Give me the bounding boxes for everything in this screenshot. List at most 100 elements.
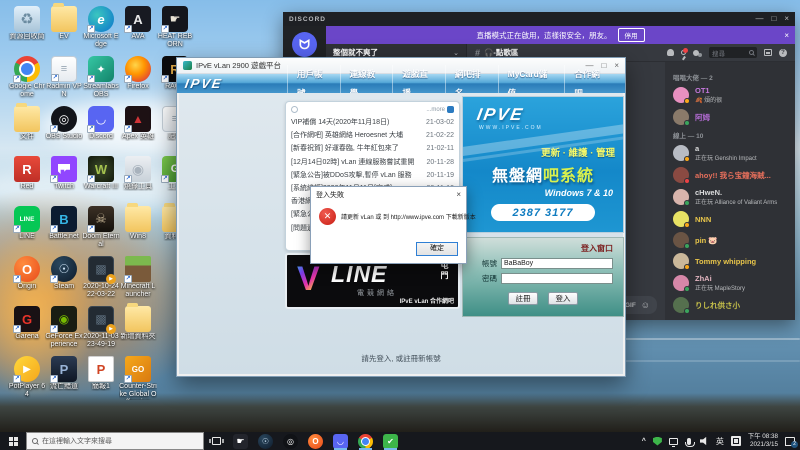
- help-icon[interactable]: ?: [779, 49, 787, 57]
- desktop-icon-video[interactable]: ▩2020-10-24 22-03-22: [82, 256, 120, 299]
- member-row[interactable]: Tommy whipping: [673, 253, 789, 269]
- member-row[interactable]: pin 🐷: [673, 232, 789, 248]
- member-row[interactable]: ahoy!! 我ら宝鐘海賊...: [673, 167, 789, 183]
- news-row[interactable]: [合作網吧] 英雄網絡 Heroesnet 大埔21-02-22: [291, 129, 454, 142]
- taskbar-app-chrome[interactable]: [353, 432, 378, 450]
- taskbar-app-steam[interactable]: ☉: [253, 432, 278, 450]
- shortcut-arrow-icon: ↗: [87, 225, 95, 233]
- desktop-icon-video[interactable]: ▩2020-11-03 23-49-19: [82, 306, 120, 349]
- desktop-icon-folder[interactable]: 新增資料夾: [119, 306, 157, 341]
- geforce-icon: ◉↗: [51, 306, 77, 332]
- taskbar-app-origin[interactable]: O: [303, 432, 328, 450]
- ok-button[interactable]: 確定: [416, 242, 458, 256]
- start-button[interactable]: [0, 432, 26, 450]
- desktop-icon-line-app[interactable]: LINE↗LINE: [8, 206, 46, 241]
- desktop-icon-poe[interactable]: P↗流亡黯道: [45, 356, 83, 391]
- inbox-icon[interactable]: [764, 49, 772, 56]
- member-name: OT1: [695, 86, 722, 95]
- desktop-icon-chrome[interactable]: ↗Google Chrome: [8, 56, 46, 99]
- login-button[interactable]: 登入: [548, 292, 578, 305]
- desktop-icon-discord[interactable]: ◡↗Discord: [82, 106, 120, 141]
- username-field[interactable]: [501, 258, 613, 269]
- member-row[interactable]: a正在玩 Genshin Impact: [673, 144, 789, 162]
- avatar: [673, 211, 689, 227]
- member-list-icon[interactable]: [693, 50, 699, 56]
- taskbar-clock[interactable]: 下午 08:38 2021/3/15: [748, 433, 778, 450]
- task-view-button[interactable]: [204, 432, 228, 450]
- desktop-icon-folder[interactable]: Win8: [119, 206, 157, 241]
- desktop-icon-doc[interactable]: ≡↗Radmin VPN: [45, 56, 83, 99]
- desktop-icon-disc[interactable]: ◉↗燒錄工具: [119, 156, 157, 191]
- desktop-icon-apex[interactable]: ▲↗Apex 英雄: [119, 106, 157, 141]
- desktop-icon-ava[interactable]: A↗AVA: [119, 6, 157, 41]
- desktop-icon-heat[interactable]: ☛↗HEAT REBORN: [156, 6, 194, 49]
- disable-streamer-mode-button[interactable]: 停用: [618, 28, 645, 42]
- news-more-link[interactable]: ...more: [426, 106, 454, 113]
- desktop-icon-origin[interactable]: O↗Origin: [8, 256, 46, 291]
- desktop-icon-minecraft[interactable]: ↗Minecraft Launcher: [119, 256, 157, 299]
- news-row[interactable]: [12月14日02時] vLan 連線服務嘗試重開20-11-28: [291, 156, 454, 169]
- emoji-picker-icon[interactable]: ☺: [641, 301, 650, 310]
- hidden-icons-chevron[interactable]: ^: [642, 438, 646, 445]
- dialog-close-icon[interactable]: ×: [456, 190, 461, 199]
- desktop-icon-bnet[interactable]: B↗Battle.net: [45, 206, 83, 241]
- taskbar-app-obs-studio[interactable]: ◎: [278, 432, 303, 450]
- discord-search-input[interactable]: 搜尋: [709, 47, 757, 58]
- desktop-icon-potplayer[interactable]: ▶↗PotPlayer 64: [8, 356, 46, 399]
- news-title: [緊急公告]被DDoS攻擊,暫停 vLan 服務: [291, 169, 412, 182]
- desktop-icon-wc3[interactable]: W↗Warcraft III: [82, 156, 120, 191]
- desktop-icon-firefox[interactable]: ↗Firefox: [119, 56, 157, 91]
- taskbar-app-discord[interactable]: ◡: [328, 432, 353, 450]
- desktop-icon-twitch[interactable]: ↗Twitch: [45, 156, 83, 191]
- desktop-icon-slobs[interactable]: ✦↗Streamlabs OBS: [82, 56, 120, 99]
- desktop-icon-redfile[interactable]: RRed: [8, 156, 46, 191]
- member-row[interactable]: 阿姆: [673, 109, 789, 125]
- desktop-icon-ppt[interactable]: P簡報1: [82, 356, 120, 391]
- microphone-tray-icon[interactable]: [687, 438, 691, 445]
- desktop-icon-doom[interactable]: ☠↗Doom Eternal: [82, 206, 120, 249]
- desktop-icon-garena[interactable]: G↗Garena: [8, 306, 46, 341]
- news-row[interactable]: VIP補償 14天(2020年11月18日)21-03-02: [291, 116, 454, 129]
- password-field[interactable]: [501, 273, 613, 284]
- shortcut-arrow-icon: ↗: [13, 375, 21, 383]
- member-row[interactable]: NNN: [673, 211, 789, 227]
- desktop-icon-recycle[interactable]: ♻資源回收筒: [8, 6, 46, 41]
- ime-language-indicator[interactable]: 英: [716, 436, 724, 447]
- desktop-icon-obs[interactable]: ◎↗OBS Studio: [45, 106, 83, 141]
- member-row[interactable]: cHweN.正在玩 Alliance of Valiant Arms: [673, 188, 789, 206]
- member-row[interactable]: ZhAi正在玩 MapleStory: [673, 274, 789, 292]
- news-row[interactable]: [新春祝賀] 好運春臨, 牛年紅包來了21-02-11: [291, 142, 454, 155]
- member-name: ZhAi: [695, 274, 745, 283]
- gif-picker-icon[interactable]: GIF: [625, 302, 636, 309]
- taskbar-app-green-app[interactable]: ✔: [378, 432, 403, 450]
- news-row[interactable]: [緊急公告]被DDoS攻擊,暫停 vLan 服務20-11-19: [291, 169, 454, 182]
- discord-titlebar[interactable]: DISCORD — □ ×: [283, 12, 795, 26]
- minimize-button[interactable]: —: [755, 15, 763, 23]
- dialog-titlebar[interactable]: 登入失敗 ×: [311, 187, 466, 202]
- register-button[interactable]: 註冊: [508, 292, 538, 305]
- discord-home-icon[interactable]: ᗢ: [292, 32, 317, 57]
- ad-banner[interactable]: IPVE WWW.IPVE.COM 更新 · 維護 · 管理 無盤網吧系統 Wi…: [462, 96, 624, 233]
- member-row[interactable]: OT1🍂 煩的很: [673, 86, 789, 104]
- notifications-bell-icon[interactable]: [667, 49, 674, 56]
- desktop-icon-edge[interactable]: e↗Microsoft Edge: [82, 6, 120, 49]
- desktop-icon-geforce[interactable]: ◉↗GeForce Experience: [45, 306, 83, 349]
- action-center-icon[interactable]: 2: [785, 437, 795, 446]
- banner-close-icon[interactable]: ×: [784, 31, 789, 40]
- antivirus-tray-icon[interactable]: [653, 437, 662, 446]
- desktop-icon-steam[interactable]: ☉↗Steam: [45, 256, 83, 291]
- desktop-icon-csgo[interactable]: GO↗Counter-Strike Global Offensive: [119, 356, 157, 400]
- desktop-icon-folder[interactable]: 文件: [8, 106, 46, 141]
- desktop-icon-label: Google Chrome: [8, 83, 46, 99]
- search-placeholder: 在這裡輸入文字來搜尋: [42, 436, 112, 446]
- taskbar-search-input[interactable]: 在這裡輸入文字來搜尋: [26, 432, 204, 450]
- network-tray-icon[interactable]: [669, 438, 678, 445]
- member-row[interactable]: りしれ供さ小: [673, 297, 789, 313]
- taskbar-app-heat-reborn[interactable]: ☛: [228, 432, 253, 450]
- ime-mode-icon[interactable]: [731, 436, 741, 446]
- volume-tray-icon[interactable]: [700, 437, 709, 446]
- desktop-icon-folder[interactable]: EV: [45, 6, 83, 41]
- maximize-button[interactable]: □: [771, 15, 776, 23]
- pinned-messages-icon[interactable]: [681, 50, 686, 55]
- close-button[interactable]: ×: [784, 15, 789, 23]
